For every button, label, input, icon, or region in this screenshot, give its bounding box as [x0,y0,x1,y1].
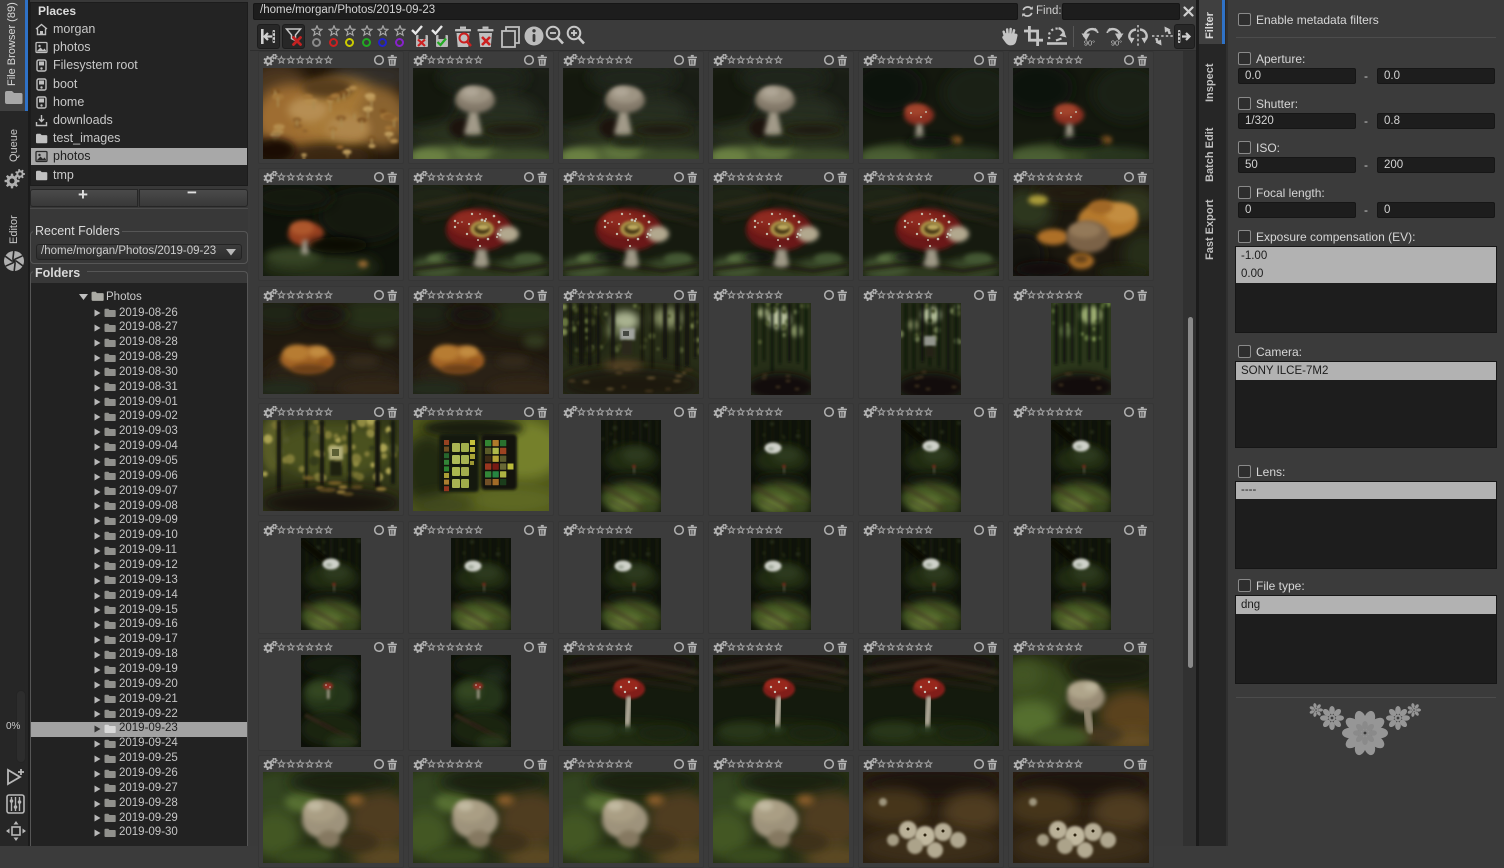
svg-text:90°: 90° [1084,39,1095,48]
svg-text:90°: 90° [1111,39,1122,48]
